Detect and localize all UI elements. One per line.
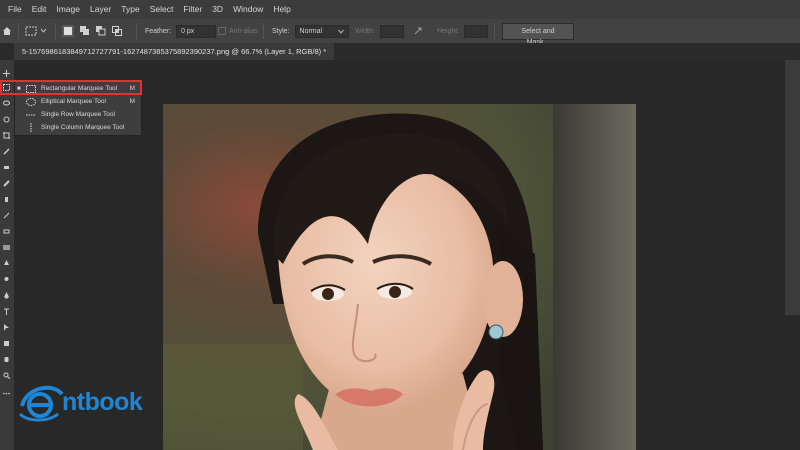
menu-file[interactable]: File	[3, 0, 27, 19]
tool-preset-picker[interactable]	[25, 19, 47, 43]
flyout-item-label: Single Column Marquee Tool	[41, 124, 125, 131]
flyout-item-single-column-marquee[interactable]: Single Column Marquee Tool	[15, 121, 141, 134]
pen-tool-icon[interactable]	[3, 292, 10, 299]
single-row-marquee-icon	[25, 111, 37, 119]
brush-tool-icon[interactable]	[3, 180, 10, 187]
height-input[interactable]	[464, 24, 489, 38]
zoom-tool-icon[interactable]	[3, 372, 10, 379]
more-tools-icon[interactable]	[3, 390, 10, 397]
dodge-tool-icon[interactable]	[3, 276, 10, 283]
gradient-tool-icon[interactable]	[3, 244, 10, 251]
ellipse-marquee-icon	[25, 97, 37, 106]
menu-help[interactable]: Help	[268, 0, 295, 19]
healing-brush-icon[interactable]	[3, 164, 10, 171]
antialias-label: Anti-alias	[229, 27, 258, 35]
quick-selection-icon[interactable]	[3, 116, 10, 123]
menu-type[interactable]: Type	[116, 0, 144, 19]
blur-tool-icon[interactable]	[3, 260, 10, 267]
menu-bar: File Edit Image Layer Type Select Filter…	[0, 0, 800, 19]
width-input[interactable]	[379, 24, 404, 38]
document-tab[interactable]: 5-1576986183849712727791-162748738537589…	[14, 43, 335, 60]
type-tool-icon[interactable]	[3, 308, 10, 315]
hand-tool-icon[interactable]	[3, 356, 10, 363]
logo-text: ntbook	[62, 388, 143, 416]
menu-select[interactable]: Select	[145, 0, 179, 19]
eyedropper-icon[interactable]	[3, 148, 10, 155]
menu-window[interactable]: Window	[228, 0, 268, 19]
tools-panel	[0, 60, 14, 450]
eraser-icon[interactable]	[3, 228, 10, 235]
crop-tool-icon[interactable]	[3, 132, 10, 139]
style-dropdown[interactable]: Normal	[294, 24, 349, 38]
shape-tool-icon[interactable]	[3, 340, 10, 347]
logo-eye-icon	[18, 385, 64, 422]
document-tab-bar: 5-1576986183849712727791-162748738537589…	[0, 43, 800, 60]
menu-filter[interactable]: Filter	[178, 0, 207, 19]
flyout-item-label: Elliptical Marquee Tool	[41, 98, 106, 105]
selection-mode-group	[62, 19, 122, 43]
clone-stamp-icon[interactable]	[3, 196, 10, 203]
swap-dimensions-icon[interactable]	[413, 19, 423, 43]
chevron-down-icon	[337, 29, 344, 34]
flyout-item-label: Single Row Marquee Tool	[41, 111, 115, 118]
style-label: Style:	[272, 27, 290, 35]
intersect-selection-icon[interactable]	[112, 26, 122, 36]
flyout-item-elliptical-marquee[interactable]: Elliptical Marquee Tool M	[15, 95, 141, 108]
height-label: Height:	[437, 27, 460, 35]
menu-edit[interactable]: Edit	[27, 0, 52, 19]
document-image[interactable]	[163, 104, 636, 450]
right-panel-edge	[785, 60, 800, 315]
path-selection-icon[interactable]	[3, 324, 10, 331]
history-brush-icon[interactable]	[3, 212, 10, 219]
add-to-selection-icon[interactable]	[80, 26, 90, 36]
antialias-checkbox[interactable]	[218, 27, 226, 35]
feather-input[interactable]: 0 px	[176, 24, 217, 38]
flyout-item-shortcut: M	[129, 98, 135, 105]
new-selection-icon[interactable]	[62, 25, 74, 37]
width-label: Width:	[355, 27, 375, 35]
menu-3d[interactable]: 3D	[207, 0, 228, 19]
ntbook-logo: ntbook	[18, 380, 168, 425]
single-column-marquee-icon	[25, 122, 37, 133]
lasso-tool-icon[interactable]	[3, 100, 10, 107]
options-bar: Feather: 0 px Anti-alias Style: Normal W…	[0, 19, 800, 46]
select-and-mask-button[interactable]: Select and Mask...	[502, 22, 574, 46]
portrait-photo	[163, 104, 636, 450]
move-tool-icon[interactable]	[3, 70, 10, 77]
subtract-selection-icon[interactable]	[96, 26, 106, 36]
highlight-box	[0, 80, 142, 95]
rect-marquee-icon	[25, 26, 37, 36]
home-icon[interactable]	[0, 19, 14, 43]
menu-image[interactable]: Image	[51, 0, 85, 19]
chevron-down-icon	[40, 28, 47, 33]
menu-layer[interactable]: Layer	[85, 0, 116, 19]
flyout-item-single-row-marquee[interactable]: Single Row Marquee Tool	[15, 108, 141, 121]
feather-label: Feather:	[145, 27, 172, 35]
style-value: Normal	[299, 27, 323, 35]
